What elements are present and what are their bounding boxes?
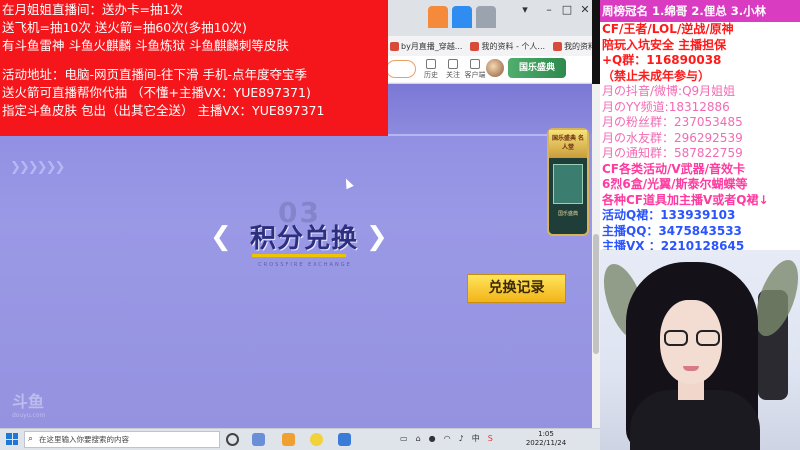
- avatar[interactable]: [486, 59, 504, 77]
- header-banner[interactable]: 国乐盛典: [508, 58, 566, 78]
- pin-icon[interactable]: ▾: [516, 2, 534, 18]
- app-icon[interactable]: [282, 433, 295, 446]
- promo-line: 送火箭可直播帮你代抽 （不懂+主播VX：YUE897371): [2, 85, 311, 100]
- info-line: 陪玩入坑安全 主播担保: [602, 37, 727, 52]
- taskbar-search-input[interactable]: 在这里输入你要搜索的内容: [24, 431, 220, 448]
- info-line: 月の水友群：296292539: [602, 130, 743, 145]
- tab-favicon[interactable]: [428, 6, 448, 28]
- glasses-icon: [662, 330, 722, 346]
- system-tray: ▭ ⌂ ● ◠ ♪ 中 S: [400, 433, 493, 444]
- watermark-subtext: douyu.com: [12, 412, 46, 419]
- history-button[interactable]: 历史: [420, 59, 442, 80]
- task-view-icon[interactable]: [226, 433, 239, 446]
- promo-line: 活动地址：电脑-网页直播间-往下滑 手机-点年度夺宝季: [2, 67, 308, 82]
- bookmark-icon: [390, 41, 399, 51]
- client-button[interactable]: 客户端: [464, 59, 486, 80]
- bookmark-label: 我的资料 - 个人...: [564, 41, 592, 51]
- bookmark-label: by月直播_穿越...: [401, 41, 463, 51]
- bookmark-bar: by月直播_穿越... 我的资料 - 个人... 我的资料 - 个人...: [390, 38, 592, 54]
- info-line: CF/王者/LOL/逆战/原神: [602, 22, 734, 36]
- tab-favicon[interactable]: [452, 6, 472, 28]
- bookmark-item[interactable]: by月直播_穿越...: [390, 41, 462, 52]
- ime-sogou[interactable]: S: [488, 434, 493, 443]
- chevron-right-icon: ❯: [366, 222, 388, 252]
- windows-start-icon[interactable]: [6, 433, 18, 445]
- streamer-mouth-image: [683, 366, 699, 371]
- file-explorer-icon[interactable]: [252, 433, 265, 446]
- minimize-icon[interactable]: –: [540, 2, 558, 18]
- app-tray-icon[interactable]: ●: [429, 434, 436, 443]
- side-widget-image: [553, 164, 583, 204]
- info-line: 月の粉丝群：237053485: [602, 115, 743, 129]
- stream-info-panel: 周榜冠名 1.绵哥 2.俚总 3.小林 CF/王者/LOL/逆战/原神 陪玩入坑…: [600, 0, 800, 250]
- info-line: 活动Q裙：133939103: [602, 208, 736, 222]
- search-input[interactable]: [386, 60, 416, 78]
- clock[interactable]: 1:05 2022/11/24: [524, 430, 568, 448]
- info-line: 6烈6盒/光翼/斯泰尔蝴蝶等: [602, 177, 748, 191]
- clock-date: 2022/11/24: [525, 439, 567, 447]
- client-icon: [470, 59, 480, 69]
- info-line: +Q群：116890038: [602, 53, 722, 67]
- volume-icon[interactable]: ♪: [459, 434, 464, 443]
- follow-button[interactable]: 关注: [442, 59, 464, 80]
- side-promo-widget[interactable]: 国乐盛典 名人堂 国乐盛典: [547, 128, 589, 236]
- scroll-thumb[interactable]: [593, 234, 599, 354]
- close-icon[interactable]: ✕: [576, 2, 592, 18]
- chevron-left-icon: ❮: [210, 222, 232, 252]
- client-label: 客户端: [464, 71, 486, 79]
- bookmark-icon: [470, 41, 480, 51]
- wifi-icon[interactable]: ◠: [444, 434, 451, 443]
- side-widget-caption: 国乐盛典: [557, 211, 578, 217]
- history-icon: [426, 59, 436, 69]
- maximize-icon[interactable]: □: [558, 2, 576, 18]
- section-title: 积分兑换: [250, 224, 359, 254]
- site-header: 历史 关注 客户端 国乐盛典: [386, 56, 592, 82]
- info-line: 主播QQ：3475843533: [602, 223, 742, 238]
- app-icon[interactable]: [338, 433, 351, 446]
- info-line: 月の抖音/微博:Q9月姐姐: [602, 84, 736, 98]
- side-widget-title: 国乐盛典 名人堂: [549, 130, 587, 158]
- tab-favicon[interactable]: [476, 6, 496, 28]
- tray-icon[interactable]: ▭: [400, 434, 408, 443]
- history-label: 历史: [424, 71, 438, 79]
- info-line: 月のYY频道:18312886: [602, 99, 730, 114]
- bookmark-label: 我的资料 - 个人...: [481, 41, 546, 51]
- watermark-text: 斗鱼: [12, 392, 45, 411]
- promo-line: 有斗鱼雷神 斗鱼火麒麟 斗鱼炼狱 斗鱼麒麟刺等皮肤: [2, 38, 289, 53]
- promo-line: 送飞机=抽10次 送火箭=抽60次(多抽10次): [2, 20, 247, 35]
- ime-language[interactable]: 中: [472, 433, 480, 444]
- promo-overlay: 在月姐姐直播间：送办卡=抽1次 送飞机=抽10次 送火箭=抽60次(多抽10次)…: [0, 0, 388, 136]
- info-line: 各种CF道具加主播V或者Q裙↓: [602, 192, 769, 207]
- chevron-decoration-icon: ❯❯❯❯❯❯: [10, 160, 65, 175]
- info-line: 主播VX ：2210128645: [602, 239, 745, 250]
- exchange-record-button[interactable]: 兑换记录: [467, 274, 566, 303]
- info-line: （禁止未成年参与）: [602, 68, 711, 83]
- browser-icon[interactable]: [310, 433, 323, 446]
- follow-label: 关注: [446, 71, 460, 79]
- follow-icon: [448, 59, 458, 69]
- bookmark-item[interactable]: 我的资料 - 个人...: [553, 41, 592, 52]
- section-subtitle: CROSSFIRE EXCHANGE: [258, 262, 352, 268]
- douyu-watermark: 斗鱼 douyu.com: [12, 388, 45, 419]
- decorative-frame: [0, 134, 560, 154]
- title-underline: [252, 254, 346, 257]
- bookmark-item[interactable]: 我的资料 - 个人...: [470, 41, 545, 52]
- promo-line: 在月姐姐直播间：送办卡=抽1次: [2, 2, 183, 17]
- info-line: CF各类活动/V武器/音效卡: [602, 161, 746, 176]
- scrollbar[interactable]: [592, 84, 600, 428]
- bookmark-icon: [553, 41, 563, 51]
- network-icon[interactable]: ⌂: [416, 434, 421, 443]
- weekly-rank-header: 周榜冠名 1.绵哥 2.俚总 3.小林: [600, 0, 800, 22]
- section-heading: 03 ❮ 积分兑换 ❯ CROSSFIRE EXCHANGE: [196, 196, 396, 276]
- taskbar: 在这里输入你要搜索的内容 ▭ ⌂ ● ◠ ♪ 中 S 1:05 2022/11/…: [0, 428, 600, 450]
- info-line: 月の通知群：587822759: [602, 146, 743, 160]
- promo-line: 指定斗鱼皮肤 包出（出其它全送） 主播VX：YUE897371: [2, 103, 325, 118]
- clock-time: 1:05: [538, 430, 554, 438]
